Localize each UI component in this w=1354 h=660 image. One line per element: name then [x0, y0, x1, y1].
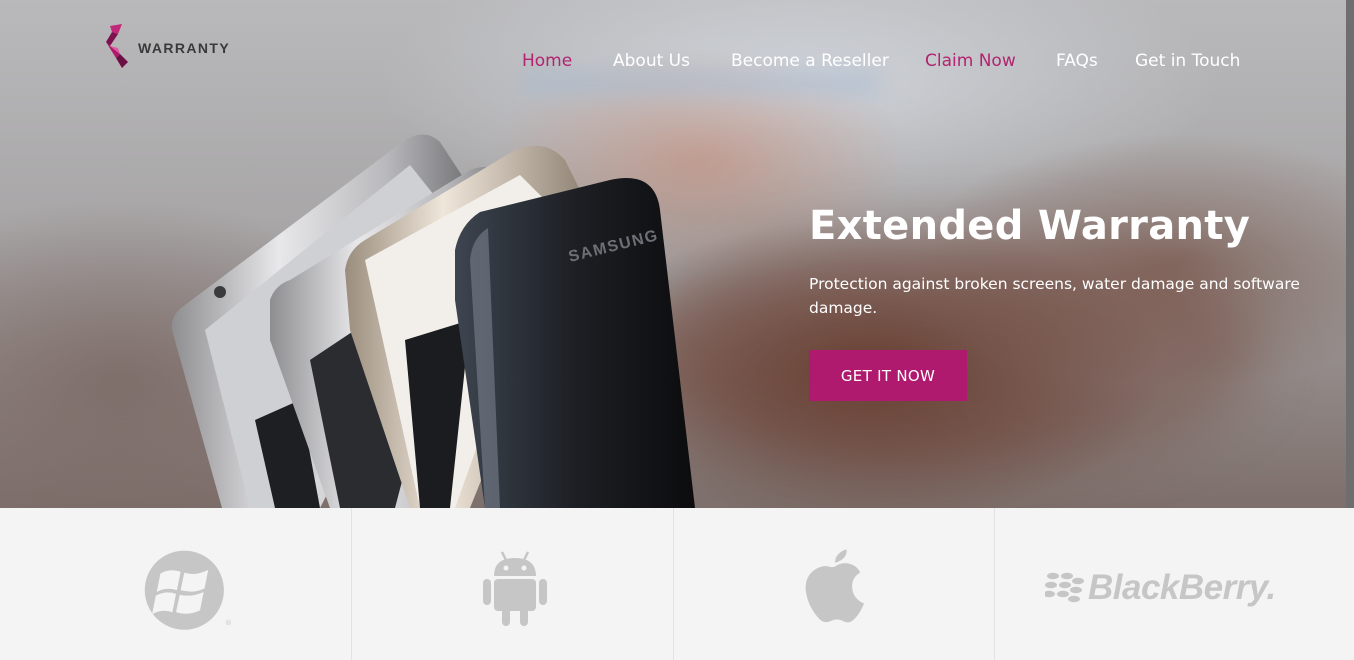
nav-faqs[interactable]: FAQs: [1056, 51, 1135, 75]
hero-subtitle: Protection against broken screens, water…: [809, 275, 1300, 317]
scrollbar[interactable]: [1346, 0, 1354, 508]
get-it-now-button[interactable]: GET IT NOW: [809, 350, 967, 401]
platform-windows: ®: [0, 508, 353, 660]
platform-android: [352, 508, 674, 660]
nav-about-us[interactable]: About Us: [613, 51, 731, 75]
blackberry-wordmark: BlackBerry.: [1088, 568, 1276, 607]
svg-text:®: ®: [225, 618, 232, 627]
blackberry-logo-icon: [1044, 572, 1084, 603]
nav-get-in-touch[interactable]: Get in Touch: [1135, 51, 1240, 75]
hero-title: Extended Warranty: [809, 203, 1251, 249]
android-robot-icon: [483, 551, 548, 626]
nav-claim-now[interactable]: Claim Now: [925, 51, 1056, 75]
nav-home[interactable]: Home: [522, 51, 613, 75]
logo-text: WARRANTY: [138, 40, 231, 56]
nav-become-a-reseller[interactable]: Become a Reseller: [731, 51, 925, 75]
warranty-logo-icon: [106, 24, 128, 68]
hero-banner: SAMSUNG: [0, 0, 1354, 508]
site-logo[interactable]: WARRANTY: [106, 24, 230, 68]
windows-logo-icon: ®: [144, 550, 232, 630]
main-navigation: Home About Us Become a Reseller Claim No…: [522, 51, 1240, 75]
apple-logo-icon: [805, 549, 864, 623]
phone-dark: SAMSUNG: [455, 178, 695, 508]
platform-apple: [674, 508, 995, 660]
smartphones-image: SAMSUNG: [171, 134, 695, 508]
